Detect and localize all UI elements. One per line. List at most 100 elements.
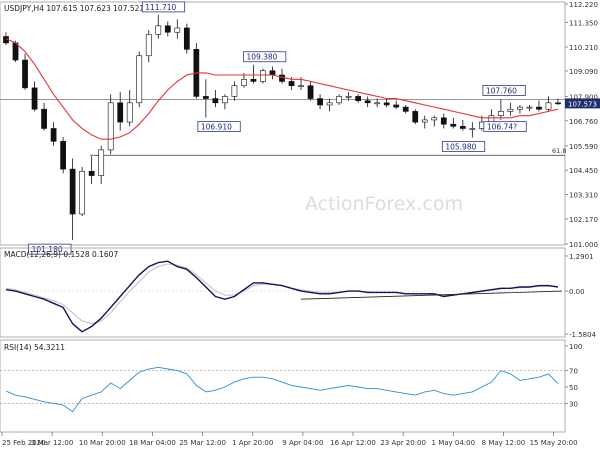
candle-body-down [41, 108, 47, 129]
macd-y-tick-label: 0.00 [569, 288, 585, 296]
macd-y-tick-label: -1.5804 [569, 331, 597, 339]
candle-body-down [88, 170, 95, 176]
candle-body-up [174, 27, 181, 33]
candle-body-down [459, 126, 466, 129]
candle-body-up [517, 106, 523, 110]
x-tick-label: 1 Apr 20:00 [232, 439, 273, 447]
x-tick-label: 9 Apr 04:00 [282, 439, 323, 447]
chart-canvas: USDJPY,H4 107.615 107.623 107.521 107.57… [0, 1, 600, 447]
candle-body-up [136, 55, 143, 104]
rsi-y-tick-label: 100 [569, 343, 582, 351]
candle-body-down [288, 81, 295, 87]
rsi-y-tick-label: 30 [569, 400, 578, 408]
candle-body-down [212, 98, 219, 104]
candle-body-up [126, 102, 133, 123]
candle-body-up [374, 102, 381, 105]
candle-body-down [269, 70, 276, 76]
price-y-tick-label: 110.210 [569, 44, 598, 52]
candles-series [3, 14, 561, 241]
price-y-tick-label: 103.310 [569, 192, 598, 200]
rsi-y-axis: 100 70 50 30 [0, 343, 582, 408]
rsi-pane-frame [0, 339, 566, 433]
candle-body-down [183, 27, 190, 50]
candle-body-up [260, 70, 266, 82]
x-axis: 25 Feb 20203 Mar 12:00 10 Mar 20:00 18 Mar… [1, 432, 578, 447]
price-y-axis: 112.220111.350110.210109.090107.900106.7… [565, 1, 598, 249]
rsi-pane-title: RSI(14) 54.3211 [4, 343, 65, 352]
candle-body-down [402, 106, 409, 112]
candle-body-up [498, 111, 504, 116]
candle-body-down [202, 96, 209, 99]
candle-body-up [421, 119, 428, 123]
rsi-series [5, 366, 559, 413]
macd-y-tick-label: 1.2901 [569, 253, 594, 261]
price-y-tick-label: 101.000 [569, 241, 598, 249]
candle-body-down [555, 102, 561, 105]
price-annotations: 111.710109.380106.910101.180107.760105.9… [28, 1, 527, 255]
candle-body-up [469, 128, 476, 130]
macd-pane: MACD(12,26,9) 0.1528 0.1607 1.2901 0.00 -1… [0, 247, 597, 339]
candle-body-down [164, 25, 171, 33]
x-tick-label: 1 May 04:00 [432, 439, 476, 447]
x-tick-label: 10 Mar 20:00 [79, 439, 126, 447]
rsi-pane: RSI(14) 54.3211 100 70 50 30 [0, 339, 582, 433]
x-tick-label: 16 Apr 12:00 [330, 439, 376, 447]
candle-body-up [336, 96, 342, 104]
candle-body-up [488, 115, 495, 123]
candle-body-up [155, 25, 162, 35]
price-y-tick-label: 104.450 [569, 167, 598, 175]
candle-body-up [222, 96, 228, 104]
price-annotation-label: 106.910 [201, 123, 232, 132]
candle-body-up [545, 102, 552, 110]
candle-body-up [431, 117, 438, 121]
candle-body-up [241, 78, 247, 87]
rsi-y-tick-label: 70 [569, 368, 578, 376]
x-tick-label: 3 Mar 12:00 [31, 439, 73, 447]
candle-body-up [98, 149, 105, 176]
candle-body-down [279, 74, 285, 82]
candle-body-down [22, 59, 28, 89]
last-price-badge-label: 107.573 [568, 100, 597, 108]
candle-body-up [79, 170, 86, 215]
price-pane: USDJPY,H4 107.615 107.623 107.521 107.57… [0, 1, 600, 255]
price-annotation-label: 107.760 [486, 86, 517, 95]
rsi-y-tick-label: 50 [569, 384, 578, 392]
price-y-tick-label: 112.220 [569, 1, 598, 9]
candle-body-down [364, 100, 371, 104]
macd-pane-title: MACD(12,26,9) 0.1528 0.1607 [4, 250, 118, 259]
candle-body-down [307, 85, 314, 99]
candle-body-up [231, 85, 238, 97]
rsi-line [5, 366, 559, 413]
price-y-tick-label: 102.170 [569, 216, 598, 224]
price-annotation-label: 111.710 [145, 3, 176, 12]
candle-body-down [50, 128, 57, 142]
candle-body-down [412, 111, 419, 123]
macd-y-axis: 1.2901 0.00 -1.5804 [0, 253, 597, 339]
macd-series [5, 260, 563, 333]
candle-body-up [507, 108, 514, 112]
price-y-tick-label: 109.090 [569, 68, 598, 76]
candle-body-down [12, 42, 19, 61]
candle-body-down [383, 102, 390, 106]
candle-body-up [107, 102, 114, 151]
candle-body-down [117, 102, 124, 123]
candle-body-down [60, 141, 66, 170]
fib-level-label: 61.8 [552, 147, 566, 155]
candle-body-down [450, 123, 457, 127]
candle-body-down [250, 78, 257, 82]
candle-body-up [345, 96, 352, 98]
x-tick-label: 15 May 20:00 [530, 439, 578, 447]
watermark: ActionForex.com [305, 193, 463, 215]
candle-body-down [31, 87, 38, 110]
price-annotation-label: 105.980 [445, 142, 476, 151]
candle-body-down [317, 98, 323, 106]
candle-body-up [145, 34, 152, 57]
macd-line [5, 260, 559, 333]
x-tick-label: 18 Mar 04:00 [129, 439, 176, 447]
x-tick-label: 8 May 12:00 [482, 439, 526, 447]
x-tick-label: 25 Mar 12:00 [179, 439, 226, 447]
candle-body-down [393, 104, 400, 108]
candle-body-up [326, 102, 333, 106]
candle-body-up [298, 85, 304, 88]
candle-body-down [536, 106, 542, 110]
